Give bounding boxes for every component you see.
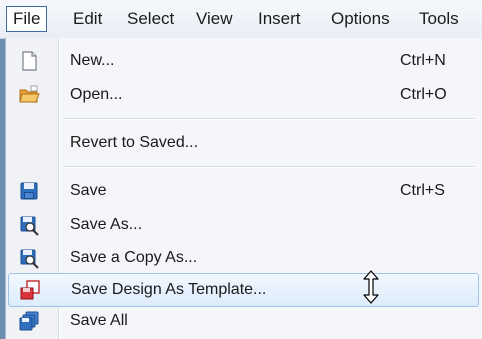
menu-item-label: Save All bbox=[70, 312, 128, 329]
menu-options[interactable]: Options bbox=[331, 8, 390, 30]
menu-item-save-all[interactable]: Save All bbox=[6, 304, 482, 338]
menu-item-save[interactable]: Save Ctrl+S bbox=[6, 174, 482, 208]
menu-file[interactable]: File bbox=[6, 6, 48, 32]
menu-item-label: Save Design As Template... bbox=[71, 281, 267, 298]
menu-separator bbox=[64, 166, 474, 168]
menu-select[interactable]: Select bbox=[127, 8, 174, 30]
menu-tools[interactable]: Tools bbox=[419, 8, 459, 30]
menu-insert[interactable]: Insert bbox=[258, 8, 301, 30]
resize-vertical-cursor bbox=[362, 270, 380, 304]
file-menu-dropdown: New... Ctrl+N Open... Ctrl+O Revert to S… bbox=[5, 38, 482, 339]
menu-item-label: Save bbox=[70, 182, 107, 199]
menu-item-label: Save As... bbox=[70, 216, 143, 233]
menu-item-shortcut: Ctrl+N bbox=[400, 52, 446, 69]
menu-item-shortcut: Ctrl+S bbox=[400, 182, 445, 199]
floppy-disk-icon bbox=[18, 180, 40, 202]
menubar: File Edit Select View Insert Options Too… bbox=[0, 0, 482, 39]
menu-item-save-copy-as[interactable]: Save a Copy As... bbox=[6, 241, 482, 275]
menu-item-label: Revert to Saved... bbox=[70, 134, 199, 151]
menu-item-label: Open... bbox=[70, 86, 123, 103]
menu-separator bbox=[64, 118, 474, 120]
menu-item-new[interactable]: New... Ctrl+N bbox=[6, 44, 482, 78]
save-as-icon bbox=[18, 214, 40, 236]
menu-item-label: New... bbox=[70, 52, 115, 69]
menu-item-save-as[interactable]: Save As... bbox=[6, 208, 482, 242]
menu-edit[interactable]: Edit bbox=[73, 8, 102, 30]
menu-item-save-design-as-template[interactable]: Save Design As Template... bbox=[8, 273, 479, 307]
save-all-icon bbox=[18, 310, 40, 332]
open-folder-icon bbox=[18, 84, 40, 106]
save-template-icon bbox=[19, 279, 41, 301]
menu-item-open[interactable]: Open... Ctrl+O bbox=[6, 78, 482, 112]
menu-view[interactable]: View bbox=[196, 8, 233, 30]
menu-item-revert-to-saved[interactable]: Revert to Saved... bbox=[6, 126, 482, 160]
save-copy-icon bbox=[18, 247, 40, 269]
menu-item-shortcut: Ctrl+O bbox=[400, 86, 447, 103]
menu-item-label: Save a Copy As... bbox=[70, 249, 198, 266]
new-document-icon bbox=[18, 50, 40, 72]
